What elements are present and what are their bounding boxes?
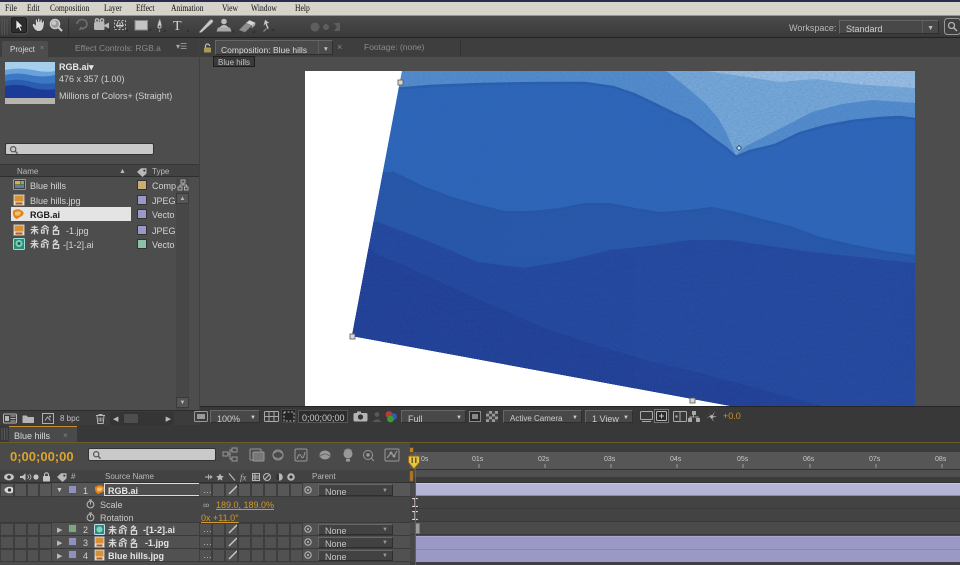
svg-text:T: T: [173, 19, 182, 34]
svg-text:fx: fx: [240, 473, 247, 483]
